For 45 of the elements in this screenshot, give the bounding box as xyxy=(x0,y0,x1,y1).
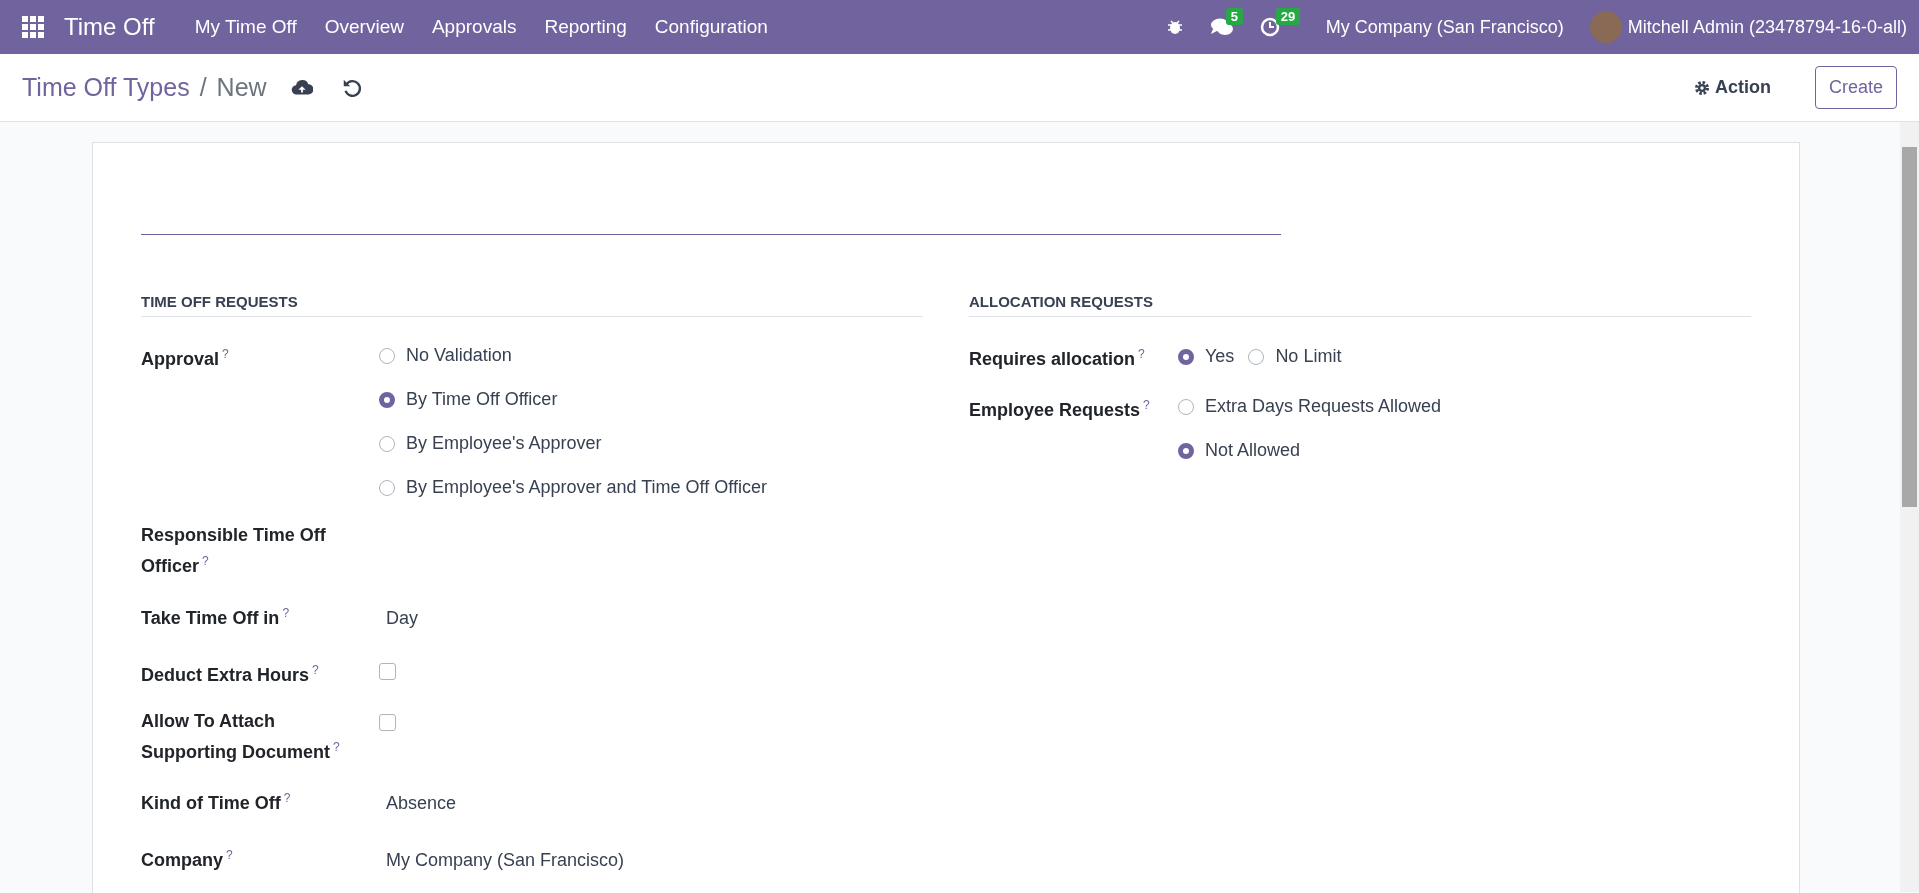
radio-option[interactable]: No Validation xyxy=(379,341,767,370)
company-switcher[interactable]: My Company (San Francisco) xyxy=(1325,16,1564,38)
radio-option[interactable]: Not Allowed xyxy=(1178,436,1442,465)
activity-count-badge: 29 xyxy=(1275,8,1301,25)
radio-option[interactable]: By Employee's Approver xyxy=(379,429,767,458)
field-label: Responsible Time Off Officer $^{?}$ xyxy=(141,524,327,578)
menu-item[interactable]: My Time Off xyxy=(180,16,311,38)
bug-icon[interactable] xyxy=(1165,18,1184,36)
app-grid-icon[interactable] xyxy=(22,16,44,38)
field-value[interactable]: My Company (San Francisco) xyxy=(379,842,632,879)
menu-item[interactable]: Reporting xyxy=(530,16,641,38)
checkbox[interactable] xyxy=(379,714,396,731)
scrollbar-thumb[interactable] xyxy=(1902,147,1917,507)
breadcrumb-separator: / xyxy=(199,73,207,102)
field-label: Requires allocation $^{?}$ xyxy=(969,346,1146,371)
field-label: Kind of Time Off $^{?}$ xyxy=(141,790,292,815)
gear-icon xyxy=(1693,79,1710,96)
field-label: Deduct Extra Hours $^{?}$ xyxy=(141,662,320,687)
radio-option[interactable]: No Limit xyxy=(1248,341,1342,372)
breadcrumb-current: New xyxy=(216,73,267,102)
field-label: Take Time Off in $^{?}$ xyxy=(141,605,291,630)
radio-option[interactable]: By Time Off Officer xyxy=(379,385,767,414)
section-title: ALLOCATION REQUESTS xyxy=(969,293,1751,317)
action-menu-button[interactable]: Action xyxy=(1687,76,1777,99)
create-button[interactable]: Create xyxy=(1814,66,1897,109)
menu-item[interactable]: Approvals xyxy=(417,16,531,38)
field-value[interactable]: Absence xyxy=(379,785,464,822)
breadcrumb-link[interactable]: Time Off Types xyxy=(22,73,190,102)
user-menu[interactable]: Mitchell Admin (23478794-16-0-all) xyxy=(1627,16,1907,38)
field-label: Employee Requests $^{?}$ xyxy=(969,397,1151,422)
field-label: Allow To Attach Supporting Document $^{?}$ xyxy=(141,710,341,764)
field-value[interactable]: Day xyxy=(379,600,425,637)
menu-item[interactable]: Configuration xyxy=(640,16,782,38)
message-count-badge: 5 xyxy=(1225,8,1243,25)
radio-option[interactable]: By Employee's Approver and Time Off Officer xyxy=(379,473,767,502)
section-title: TIME OFF REQUESTS xyxy=(141,293,923,317)
radio-option[interactable]: Extra Days Requests Allowed xyxy=(1178,392,1442,421)
scrollbar[interactable] xyxy=(1900,122,1919,892)
field-label: Company $^{?}$ xyxy=(141,847,234,872)
app-name[interactable]: Time Off xyxy=(64,13,155,41)
field-label: Approval $^{?}$ xyxy=(141,346,230,371)
clock-icon[interactable] xyxy=(1259,17,1280,37)
radio-option[interactable]: Yes xyxy=(1178,341,1235,372)
checkbox[interactable] xyxy=(379,663,396,680)
menu-item[interactable]: Overview xyxy=(310,16,418,38)
